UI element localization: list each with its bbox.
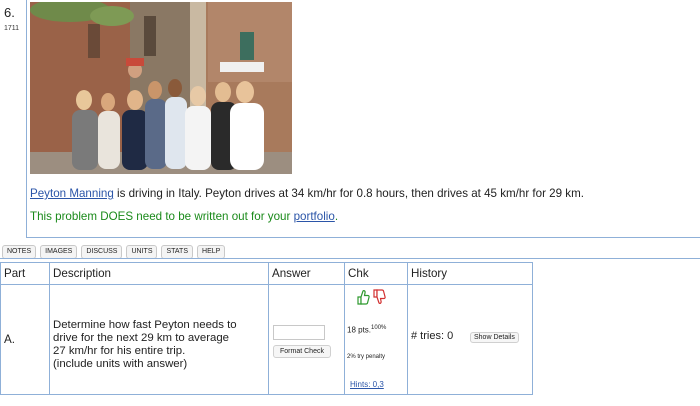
table-row: A. Determine how fast Peyton needs to dr… [0,284,533,395]
tries-count: # tries: 0 [411,330,454,342]
header-answer: Answer [268,262,345,285]
column-divider [26,0,27,238]
hints-link[interactable]: Hints: 0,3 [350,380,384,389]
thumbs-down-icon[interactable] [372,289,386,305]
tabs-divider [0,258,700,259]
portfolio-note-prefix: This problem DOES need to be written out… [30,210,294,223]
group-photo [30,2,292,174]
tab-units[interactable]: UNITS [126,245,158,259]
tab-discuss[interactable]: DISCUSS [81,245,123,259]
points-percent: 100% [371,325,387,331]
section-divider [26,237,700,238]
tab-help[interactable]: HELP [197,245,226,259]
answer-input[interactable] [273,325,325,340]
thumbs-up-icon[interactable] [356,289,370,305]
description-line: 27 km/hr for his entire trip. [53,344,186,357]
tab-notes[interactable]: NOTES [2,245,37,259]
portfolio-link[interactable]: portfolio [294,210,335,223]
points-value: 18 pts.100% [347,325,386,335]
header-chk: Chk [344,262,408,285]
header-description: Description [49,262,269,285]
question-text: Peyton Manning is driving in Italy. Peyt… [30,187,584,200]
table-header-row: Part Description Answer Chk History [0,262,533,285]
header-part: Part [0,262,50,285]
history-cell: # tries: 0 Show Details [407,284,533,395]
feedback-thumbs [356,289,386,305]
tab-images[interactable]: IMAGES [40,245,78,259]
check-cell: 18 pts.100% 2% try penalty Hints: 0,3 [344,284,408,395]
header-history: History [407,262,533,285]
question-number-column: 6. 1711 [0,0,26,238]
points: 18 pts. [347,325,372,335]
tool-tabs: NOTES IMAGES DISCUSS UNITS STATS HELP [2,245,226,259]
try-penalty: 2% try penalty [347,354,386,360]
answer-cell: Format Check [268,284,345,395]
format-check-button[interactable]: Format Check [273,345,331,358]
question-id: 1711 [4,25,20,32]
show-details-button[interactable]: Show Details [470,332,519,343]
part-description: Determine how fast Peyton needs to drive… [49,284,269,395]
parts-table: Part Description Answer Chk History A. D… [0,262,533,395]
portfolio-note: This problem DOES need to be written out… [30,210,338,223]
question-body: is driving in Italy. Peyton drives at 34… [113,187,584,200]
portfolio-note-suffix: . [334,210,339,223]
part-label: A. [0,284,50,395]
question-number: 6. [4,5,15,20]
description-line: Determine how fast Peyton needs to [53,318,237,331]
tab-stats[interactable]: STATS [161,245,194,259]
description-line: (include units with answer) [53,357,188,370]
description-line: drive for the next 29 km to average [53,331,230,344]
group-photo-illustration [30,2,292,174]
peyton-manning-link[interactable]: Peyton Manning [30,187,114,200]
